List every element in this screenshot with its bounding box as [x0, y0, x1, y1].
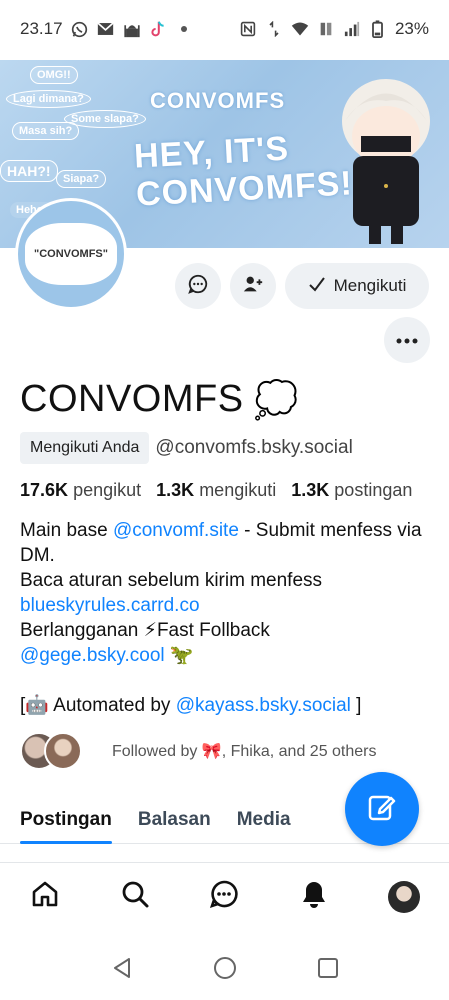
bio-text: [🤖 Automated by [20, 695, 176, 716]
compose-post-button[interactable] [345, 772, 419, 846]
dot-icon [175, 20, 193, 38]
display-name-row: CONVOMFS 💭 [20, 378, 299, 421]
home-icon [30, 879, 60, 914]
more-options-button[interactable] [384, 317, 430, 363]
nav-profile-button[interactable] [379, 872, 429, 922]
tab-media[interactable]: Media [224, 796, 304, 844]
battery-icon [369, 20, 387, 38]
profile-avatar[interactable]: "CONVOMFS" [15, 198, 127, 310]
bottom-navigation [0, 862, 449, 930]
banner-doodle: Some slapa? [64, 110, 146, 128]
bio-text: ] [350, 695, 362, 716]
followed-by-text: Followed by 🎀, Fhika, and 25 others [112, 743, 377, 760]
followers-stat[interactable]: 17.6K pengikut [20, 480, 141, 500]
banner-title-large: HEY, IT'S CONVOMFS! [133, 126, 353, 214]
followers-count: 17.6K [20, 480, 69, 500]
banner-doodle: Masa sih? [12, 122, 80, 140]
back-icon[interactable] [110, 956, 134, 985]
volte-icon [317, 20, 335, 38]
search-icon [120, 879, 150, 914]
more-icon [396, 331, 418, 349]
bio-line: @gege.bsky.cool 🦖 [20, 643, 440, 668]
banner-doodle: OMG!! [30, 66, 78, 84]
bio-url-link[interactable]: blueskyrules.carrd.co [20, 593, 440, 618]
banner-doodle: HAH?! [0, 160, 58, 182]
clock: 23.17 [20, 19, 63, 38]
wifi-icon [291, 20, 309, 38]
posts-stat: 1.3K postingan [291, 480, 412, 500]
bio-line: Baca aturan sebelum kirim menfess [20, 570, 323, 591]
handle: @convomfs.bsky.social [155, 437, 353, 458]
tab-replies[interactable]: Balasan [125, 796, 224, 844]
banner-doodle: Siapa? [56, 170, 107, 188]
following-button[interactable]: Mengikuti [285, 263, 429, 309]
tab-posts[interactable]: Postingan [0, 796, 125, 844]
nfc-icon [239, 20, 257, 38]
add-user-icon [242, 273, 264, 300]
mail-icon [97, 20, 115, 38]
posts-label: postingan [334, 480, 413, 500]
banner-character-illustration [342, 79, 430, 244]
profile-stats: 17.6K pengikut 1.3K mengikuti 1.3K posti… [20, 480, 412, 501]
suggested-follows-button[interactable] [230, 263, 276, 309]
check-icon [308, 276, 326, 297]
bio-mention-link[interactable]: @convomf.site [113, 520, 239, 541]
posts-count: 1.3K [291, 480, 330, 500]
bio-text: Main base [20, 520, 113, 541]
bio-spacer [20, 668, 440, 693]
bio-line: Main base @convomf.site - Submit menfess… [20, 518, 440, 568]
following-label: mengikuti [199, 480, 277, 500]
profile-bio: Main base @convomf.site - Submit menfess… [20, 518, 440, 718]
banner-title-small: CONVOMFS [150, 88, 286, 113]
avatar-cloud: "CONVOMFS" [25, 223, 117, 285]
mosque-icon [123, 20, 141, 38]
bell-icon [299, 879, 329, 914]
banner-doodle: Lagi dimana? [6, 90, 91, 108]
system-navigation [0, 940, 449, 1000]
status-bar: 23.17 23% [0, 0, 449, 58]
nav-search-button[interactable] [110, 872, 160, 922]
avatar-text: "CONVOMFS" [34, 248, 108, 260]
display-name: CONVOMFS [20, 378, 244, 420]
recents-icon[interactable] [316, 956, 340, 985]
data-arrows-icon [265, 20, 283, 38]
known-followers[interactable]: Followed by 🎀, Fhika, and 25 others [20, 732, 377, 770]
bio-mention-link[interactable]: @kayass.bsky.social [176, 695, 351, 716]
profile-avatar-small [388, 880, 421, 913]
chat-bubble-icon [187, 273, 209, 300]
nav-notifications-button[interactable] [289, 872, 339, 922]
battery-percent: 23% [394, 19, 429, 38]
follows-you-badge: Mengikuti Anda [20, 432, 150, 464]
follower-avatar [44, 732, 82, 770]
handle-row: Mengikuti Anda @convomfs.bsky.social [20, 432, 353, 464]
signal-icon [343, 20, 361, 38]
thought-bubble-emoji: 💭 [253, 378, 299, 420]
followers-label: pengikut [73, 480, 142, 500]
home-circle-icon[interactable] [213, 956, 237, 985]
whatsapp-icon [71, 20, 89, 38]
chat-icon [209, 879, 239, 914]
compose-icon [367, 792, 397, 827]
following-button-label: Mengikuti [333, 276, 407, 295]
following-stat[interactable]: 1.3K mengikuti [156, 480, 276, 500]
nav-chat-button[interactable] [199, 872, 249, 922]
nav-home-button[interactable] [20, 872, 70, 922]
dinosaur-emoji: 🦖 [169, 645, 194, 666]
message-button[interactable] [175, 263, 221, 309]
following-count: 1.3K [156, 480, 195, 500]
bio-mention-link[interactable]: @gege.bsky.cool [20, 645, 165, 666]
bio-line: [🤖 Automated by @kayass.bsky.social ] [20, 693, 440, 718]
bio-line: Berlangganan ⚡Fast Follback [20, 620, 270, 641]
tiktok-icon [149, 20, 167, 38]
